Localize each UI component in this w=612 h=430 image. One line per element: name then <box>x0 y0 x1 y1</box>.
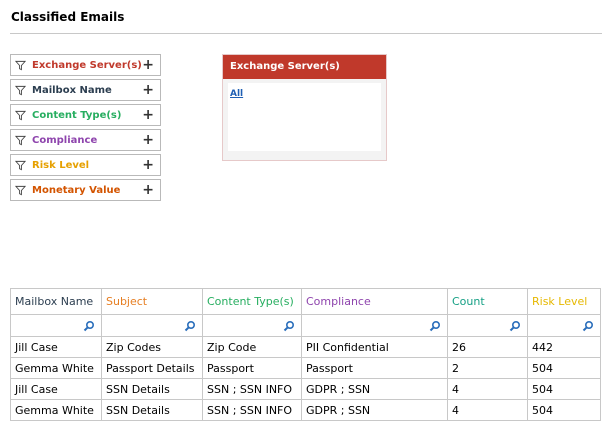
cell-mailbox-name: Gemma White <box>10 399 102 421</box>
col-header-risk-level[interactable]: Risk Level <box>527 288 601 315</box>
cell-content-type: Passport <box>202 357 302 379</box>
filter-label: Compliance <box>32 134 98 146</box>
panel-title: Exchange Server(s) <box>223 55 386 79</box>
cell-mailbox-name: Gemma White <box>10 357 102 379</box>
funnel-icon <box>15 160 26 170</box>
plus-icon[interactable]: + <box>142 157 154 173</box>
plus-icon[interactable]: + <box>142 182 154 198</box>
panel-body: All <box>228 83 381 151</box>
col-header-compliance[interactable]: Compliance <box>301 288 448 315</box>
funnel-icon <box>15 110 26 120</box>
search-cell[interactable] <box>202 314 302 337</box>
plus-icon[interactable]: + <box>142 132 154 148</box>
funnel-icon <box>15 85 26 95</box>
filter-label: Risk Level <box>32 159 90 171</box>
table-row[interactable]: Gemma White Passport Details Passport Pa… <box>10 357 601 379</box>
cell-compliance: PII Confidential <box>301 336 448 358</box>
filter-list: Exchange Server(s) + Mailbox Name + Cont… <box>10 54 161 204</box>
filter-mailbox-name[interactable]: Mailbox Name + <box>10 79 161 101</box>
results-table: Mailbox Name Subject Content Type(s) Com… <box>10 288 601 421</box>
filter-label: Exchange Server(s) <box>32 59 142 71</box>
magnifier-icon[interactable] <box>582 320 594 332</box>
plus-icon[interactable]: + <box>142 82 154 98</box>
cell-count: 26 <box>447 336 528 358</box>
magnifier-icon[interactable] <box>83 320 95 332</box>
cell-count: 4 <box>447 399 528 421</box>
cell-content-type: SSN ; SSN INFO <box>202 399 302 421</box>
cell-count: 4 <box>447 378 528 400</box>
cell-count: 2 <box>447 357 528 379</box>
cell-content-type: SSN ; SSN INFO <box>202 378 302 400</box>
col-header-count[interactable]: Count <box>447 288 528 315</box>
all-link[interactable]: All <box>230 89 243 99</box>
search-cell[interactable] <box>101 314 203 337</box>
filter-label: Mailbox Name <box>32 84 112 96</box>
filter-compliance[interactable]: Compliance + <box>10 129 161 151</box>
filter-content-type[interactable]: Content Type(s) + <box>10 104 161 126</box>
plus-icon[interactable]: + <box>142 107 154 123</box>
cell-subject: SSN Details <box>101 378 203 400</box>
cell-mailbox-name: Jill Case <box>10 378 102 400</box>
search-cell[interactable] <box>301 314 448 337</box>
title-divider <box>10 33 602 34</box>
cell-risk-level: 442 <box>527 336 601 358</box>
search-cell[interactable] <box>10 314 102 337</box>
table-row[interactable]: Gemma White SSN Details SSN ; SSN INFO G… <box>10 399 601 421</box>
filter-label: Content Type(s) <box>32 109 122 121</box>
magnifier-icon[interactable] <box>509 320 521 332</box>
magnifier-icon[interactable] <box>283 320 295 332</box>
page-title: Classified Emails <box>11 10 125 24</box>
cell-subject: Passport Details <box>101 357 203 379</box>
cell-subject: SSN Details <box>101 399 203 421</box>
cell-compliance: Passport <box>301 357 448 379</box>
cell-content-type: Zip Code <box>202 336 302 358</box>
table-row[interactable]: Jill Case SSN Details SSN ; SSN INFO GDP… <box>10 378 601 400</box>
cell-compliance: GDPR ; SSN <box>301 378 448 400</box>
search-cell[interactable] <box>447 314 528 337</box>
magnifier-icon[interactable] <box>184 320 196 332</box>
filter-exchange-server[interactable]: Exchange Server(s) + <box>10 54 161 76</box>
filter-monetary-value[interactable]: Monetary Value + <box>10 179 161 201</box>
exchange-server-panel: Exchange Server(s) All <box>222 54 387 161</box>
column-search-row <box>10 314 601 337</box>
filter-label: Monetary Value <box>32 184 121 196</box>
funnel-icon <box>15 60 26 70</box>
table-row[interactable]: Jill Case Zip Codes Zip Code PII Confide… <box>10 336 601 358</box>
col-header-mailbox-name[interactable]: Mailbox Name <box>10 288 102 315</box>
cell-risk-level: 504 <box>527 357 601 379</box>
magnifier-icon[interactable] <box>429 320 441 332</box>
col-header-subject[interactable]: Subject <box>101 288 203 315</box>
plus-icon[interactable]: + <box>142 57 154 73</box>
col-header-content-type[interactable]: Content Type(s) <box>202 288 302 315</box>
cell-risk-level: 504 <box>527 399 601 421</box>
funnel-icon <box>15 185 26 195</box>
table-header-row: Mailbox Name Subject Content Type(s) Com… <box>10 288 601 315</box>
cell-subject: Zip Codes <box>101 336 203 358</box>
cell-compliance: GDPR ; SSN <box>301 399 448 421</box>
filter-risk-level[interactable]: Risk Level + <box>10 154 161 176</box>
funnel-icon <box>15 135 26 145</box>
cell-risk-level: 504 <box>527 378 601 400</box>
search-cell[interactable] <box>527 314 601 337</box>
cell-mailbox-name: Jill Case <box>10 336 102 358</box>
